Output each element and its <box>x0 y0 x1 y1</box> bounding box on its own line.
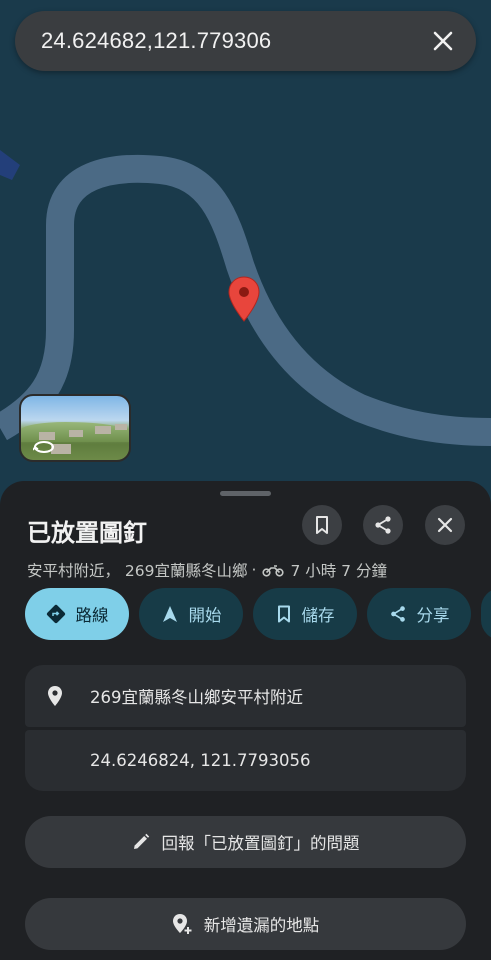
subtitle-location: 安平村附近， 269宜蘭縣冬山鄉 <box>27 562 248 580</box>
start-chip[interactable]: 開始 <box>139 588 243 640</box>
directions-chip[interactable]: 路線 <box>25 588 129 640</box>
share-chip[interactable]: 分享 <box>367 588 471 640</box>
place-subtitle: 安平村附近， 269宜蘭縣冬山鄉 · 7 小時 7 分鐘 <box>27 559 387 581</box>
place-sheet: 已放置圖釘 安平村附近， 269宜蘭縣冬山鄉 · 7 小時 7 分鐘 路線 開始… <box>0 481 491 960</box>
report-issue-button[interactable]: 回報「已放置圖釘」的問題 <box>25 816 466 868</box>
bookmark-icon <box>276 605 292 623</box>
chip-label: 路線 <box>75 606 109 625</box>
save-chip[interactable]: 儲存 <box>253 588 357 640</box>
chip-label: 分享 <box>416 606 450 625</box>
action-chips: 路線 開始 儲存 分享 <box>25 588 491 640</box>
close-sheet-button[interactable] <box>425 505 465 545</box>
report-issue-label: 回報「已放置圖釘」的問題 <box>161 834 360 853</box>
map-feature <box>0 150 20 180</box>
add-missing-place-label: 新增遺漏的地點 <box>203 916 320 935</box>
address-text: 269宜蘭縣冬山鄉安平村附近 <box>90 688 303 707</box>
add-location-icon <box>172 913 192 935</box>
navigation-arrow-icon <box>161 605 179 623</box>
address-row[interactable]: 269宜蘭縣冬山鄉安平村附近 <box>25 665 466 727</box>
close-icon[interactable] <box>430 28 456 54</box>
search-query[interactable]: 24.624682,121.779306 <box>41 28 430 54</box>
place-title: 已放置圖釘 <box>27 519 147 547</box>
edit-pencil-icon <box>132 833 150 851</box>
street-view-thumbnail[interactable] <box>19 394 131 462</box>
subtitle-separator: · <box>251 561 257 579</box>
share-icon <box>389 605 407 623</box>
coordinates-row[interactable]: 24.6246824, 121.7793056 <box>25 730 466 791</box>
share-button[interactable] <box>363 505 403 545</box>
map-view[interactable]: 24.624682,121.779306 <box>0 0 491 520</box>
search-bar[interactable]: 24.624682,121.779306 <box>15 11 476 71</box>
motorcycle-icon <box>262 563 285 577</box>
street-view-icon <box>33 441 54 453</box>
map-pin-icon[interactable] <box>228 276 260 322</box>
bookmark-icon <box>316 516 328 534</box>
add-missing-place-button[interactable]: 新增遺漏的地點 <box>25 898 466 950</box>
sheet-drag-handle[interactable] <box>220 491 271 496</box>
close-icon <box>437 517 453 533</box>
travel-time: 7 小時 7 分鐘 <box>290 562 387 580</box>
coordinates-text: 24.6246824, 121.7793056 <box>90 751 311 770</box>
chip-label: 開始 <box>188 606 222 625</box>
location-pin-icon <box>47 685 63 711</box>
share-icon <box>375 516 391 534</box>
directions-icon <box>46 604 66 624</box>
chip-label: 儲存 <box>301 606 335 625</box>
more-chip[interactable] <box>481 588 491 640</box>
bookmark-button[interactable] <box>302 505 342 545</box>
